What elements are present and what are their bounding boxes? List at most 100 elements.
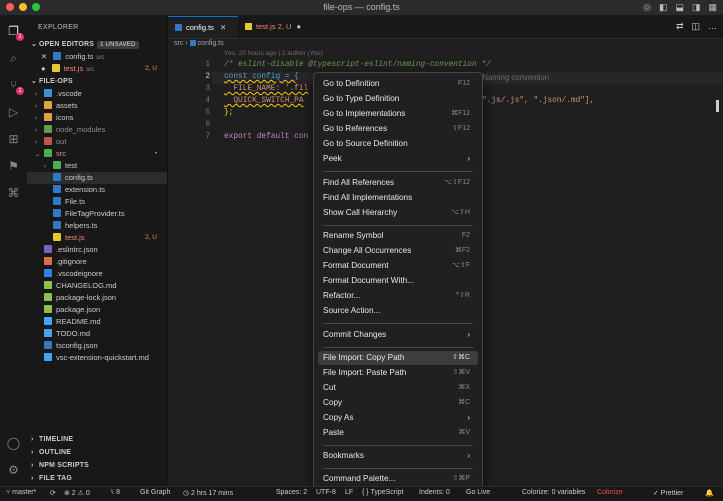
problems-status[interactable]: ⊗ 2 ⚠ 0: [64, 489, 90, 497]
tree-file[interactable]: extension.ts: [27, 184, 167, 196]
tree-folder[interactable]: › assets: [27, 100, 167, 112]
run-debug-icon[interactable]: ▷: [6, 105, 21, 120]
menu-find-all-references[interactable]: Find All References ⌥⇧F12: [318, 176, 478, 190]
tree-folder[interactable]: › out: [27, 136, 167, 148]
tree-folder[interactable]: › node_modules: [27, 124, 167, 136]
tree-folder[interactable]: › .vscode: [27, 88, 167, 100]
compare-changes-icon[interactable]: ⇄: [676, 21, 684, 32]
toggle-secondary-sidebar-icon[interactable]: ◨: [692, 2, 701, 13]
go-live-status[interactable]: Go Live: [466, 489, 490, 496]
branch-status[interactable]: ⑂ master*: [6, 489, 36, 496]
timeline-header[interactable]: › TIMELINE: [31, 436, 73, 443]
menu-go-to-references[interactable]: Go to References ⇧F12: [318, 122, 478, 136]
tree-folder[interactable]: › icons: [27, 112, 167, 124]
colorize-status[interactable]: Colorize: [597, 489, 623, 496]
tree-file[interactable]: .vscodeignore: [27, 268, 167, 280]
eol-status[interactable]: LF: [345, 489, 353, 496]
settings-gear-icon[interactable]: ⚙: [6, 463, 21, 478]
menu-go-to-definition[interactable]: Go to Definition F12: [318, 77, 478, 91]
project-header[interactable]: ⌄ FILE-OPS: [31, 77, 73, 85]
menu-go-to-implementations[interactable]: Go to Implementations ⌘F12: [318, 107, 478, 121]
tree-file[interactable]: CHANGELOG.md: [27, 280, 167, 292]
menu-go-to-type-definition[interactable]: Go to Type Definition: [318, 92, 478, 106]
time-tracker-status[interactable]: ◷ 2 hrs 17 mins: [183, 489, 233, 497]
copilot-icon[interactable]: ◎: [643, 2, 651, 13]
tree-folder[interactable]: ⌄ src •: [27, 148, 167, 160]
tree-file[interactable]: config.ts: [27, 172, 167, 184]
tab-test-js[interactable]: test.js 2, U ●: [238, 16, 310, 38]
menu-peek[interactable]: Peek ›: [318, 152, 478, 166]
tree-file[interactable]: tsconfig.json: [27, 340, 167, 352]
tree-file[interactable]: README.md: [27, 316, 167, 328]
npm-scripts-header[interactable]: › NPM SCRIPTS: [31, 462, 89, 469]
tree-file[interactable]: package-lock.json: [27, 292, 167, 304]
sync-icon[interactable]: ⟳: [50, 489, 56, 497]
menu-show-call-hierarchy[interactable]: Show Call Hierarchy ⌥⇧H: [318, 206, 478, 220]
more-actions-icon[interactable]: …: [708, 21, 717, 32]
close-icon[interactable]: ✕: [220, 23, 226, 32]
git-graph-status[interactable]: Git Graph: [140, 489, 170, 496]
tree-file[interactable]: File.ts: [27, 196, 167, 208]
toggle-panel-icon[interactable]: ⬓: [675, 2, 684, 13]
folder-icon: [53, 161, 61, 169]
tree-file[interactable]: vsc-extension-quickstart.md: [27, 352, 167, 364]
search-icon[interactable]: ⌕: [6, 51, 21, 66]
tree-folder[interactable]: › test: [27, 160, 167, 172]
menu-file-import-paste-path[interactable]: File Import: Paste Path ⇧⌘V: [318, 366, 478, 380]
menu-format-document-with[interactable]: Format Document With...: [318, 274, 478, 288]
prettier-status[interactable]: ✓ Prettier: [653, 489, 683, 497]
tree-file[interactable]: helpers.ts: [27, 220, 167, 232]
menu-bookmarks[interactable]: Bookmarks ›: [318, 449, 478, 463]
chevron-right-icon: ›: [467, 451, 470, 460]
file-tag-header[interactable]: › FILE TAG: [31, 475, 72, 482]
menu-refactor[interactable]: Refactor... ^⇧R: [318, 289, 478, 303]
toggle-sidebar-icon[interactable]: ◧: [659, 2, 668, 13]
menu-change-all-occurrences[interactable]: Change All Occurrences ⌘F2: [318, 244, 478, 258]
menu-go-to-source-definition[interactable]: Go to Source Definition: [318, 137, 478, 151]
close-icon[interactable]: ✕: [27, 52, 47, 61]
open-editor-item[interactable]: ✕ config.ts src: [27, 51, 167, 63]
tree-file[interactable]: test.js 2, U: [27, 232, 167, 244]
extensions-icon[interactable]: ⊞: [6, 132, 21, 147]
tab-config-ts[interactable]: config.ts ✕: [168, 16, 238, 38]
explorer-icon[interactable]: ❐ 1: [6, 24, 24, 41]
file-tag-icon[interactable]: ⌘: [6, 186, 21, 201]
open-editors-header[interactable]: ⌄ OPEN EDITORS 1 UNSAVED: [31, 40, 139, 49]
menu-cut[interactable]: Cut ⌘X: [318, 381, 478, 395]
code-line: export default con: [224, 133, 309, 141]
customize-layout-icon[interactable]: ▦: [708, 2, 717, 13]
scrollbar-marker[interactable]: [716, 100, 719, 112]
outline-header[interactable]: › OUTLINE: [31, 449, 71, 456]
menu-source-action[interactable]: Source Action...: [318, 304, 478, 318]
tree-file[interactable]: FileTagProvider.ts: [27, 208, 167, 220]
menu-command-palette[interactable]: Command Palette... ⇧⌘P: [318, 472, 478, 486]
open-editor-item[interactable]: ● test.js src 2, U: [27, 63, 167, 75]
indents-status[interactable]: Indents: 0: [419, 489, 450, 496]
bookmarks-icon[interactable]: ⚑: [6, 159, 21, 174]
menu-find-all-implementations[interactable]: Find All Implementations: [318, 191, 478, 205]
tree-file[interactable]: package.json: [27, 304, 167, 316]
indentation-status[interactable]: Spaces: 2: [276, 489, 307, 496]
line-number: 6: [205, 121, 210, 129]
account-icon[interactable]: ◯: [6, 436, 21, 451]
notifications-bell-icon[interactable]: 🔔: [705, 489, 714, 497]
menu-file-import-copy-path[interactable]: File Import: Copy Path ⇧⌘C: [318, 351, 478, 365]
menu-separator: [323, 225, 473, 226]
split-editor-icon[interactable]: ◫: [691, 21, 700, 32]
colorize-variables-status[interactable]: Colorize: 0 variables: [522, 489, 585, 496]
tree-file[interactable]: TODO.md: [27, 328, 167, 340]
menu-format-document[interactable]: Format Document ⌥⇧F: [318, 259, 478, 273]
menu-separator: [323, 171, 473, 172]
source-control-icon[interactable]: ⑂ 1: [6, 78, 24, 95]
menu-copy-as[interactable]: Copy As ›: [318, 411, 478, 425]
menu-copy[interactable]: Copy ⌘C: [318, 396, 478, 410]
ports-status[interactable]: ⑊ 8: [110, 489, 120, 496]
language-status[interactable]: { } TypeScript: [362, 489, 404, 496]
tree-file[interactable]: .eslintrc.json: [27, 244, 167, 256]
menu-rename-symbol[interactable]: Rename Symbol F2: [318, 229, 478, 243]
tree-file[interactable]: .gitignore: [27, 256, 167, 268]
menu-commit-changes[interactable]: Commit Changes ›: [318, 328, 478, 342]
git-blame-hint[interactable]: You, 20 hours ago | 1 author (You): [224, 50, 323, 57]
menu-paste[interactable]: Paste ⌘V: [318, 426, 478, 440]
encoding-status[interactable]: UTF-8: [316, 489, 336, 496]
